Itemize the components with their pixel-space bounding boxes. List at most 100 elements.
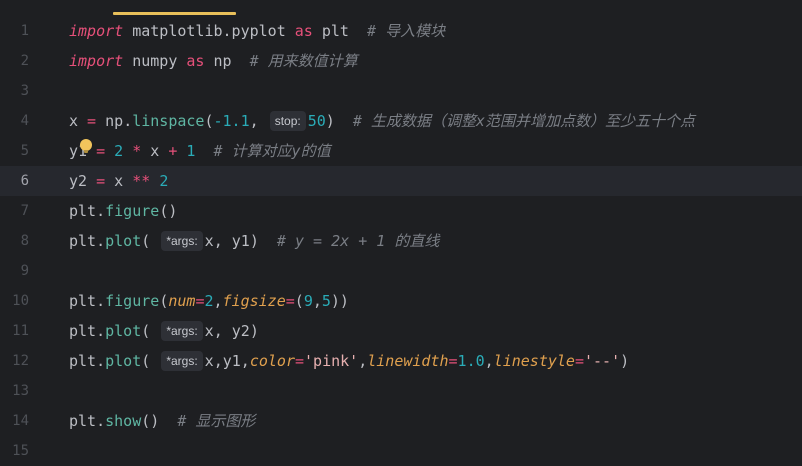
line-number[interactable]: 2 [0,46,29,76]
paren: ) [249,232,259,250]
dot: . [96,232,106,250]
identifier: x [150,142,160,160]
line-number[interactable]: 11 [0,316,29,346]
lightbulb-icon[interactable] [80,139,92,153]
operator: ** [123,172,160,190]
paren: ( [141,232,151,250]
keyword: import [69,52,124,70]
comment: # 生成数据（调整x范围并增加点数）至少五十个点 [334,112,695,130]
search-highlight-marker [113,12,236,15]
paren: () [159,202,178,220]
identifier: plt [69,322,97,340]
comma: , [249,112,259,130]
keyword-argument: color [249,352,295,370]
identifier: plt [69,292,97,310]
comment: # 计算对应y的值 [195,142,331,160]
keyword-argument: linestyle [493,352,575,370]
paren: ( [141,352,151,370]
number: 2 [114,142,124,160]
string-literal: 'pink' [304,352,359,370]
dot: . [96,292,106,310]
code-line-7[interactable]: plt.figure() [69,196,177,226]
paren: ) [620,352,630,370]
keyword-argument: figsize [222,292,286,310]
identifier: np [105,112,124,130]
code-line-10[interactable]: plt.figure(num=2,figsize=(9,5)) [69,286,349,316]
code-line-4[interactable]: x = np.linspace(-1.1, stop: 50) # 生成数据（调整… [69,106,695,136]
code-line-8[interactable]: plt.plot( *args: x, y1) # y = 2x + 1 的直线 [69,226,439,256]
parameter-hint: stop: [269,111,306,131]
operator: = [78,112,106,130]
paren: ( [204,112,214,130]
function-name: show [105,412,142,430]
function-name: plot [105,232,142,250]
identifier: numpy [123,52,187,70]
dot: . [96,352,106,370]
keyword-argument: num [168,292,196,310]
comma: , [312,292,322,310]
code-line-11[interactable]: plt.plot( *args: x, y2) [69,316,259,346]
string-literal: '--' [583,352,621,370]
function-name: figure [105,202,160,220]
identifier: plt [69,412,97,430]
dot: . [96,412,106,430]
code-line-12[interactable]: plt.plot( *args: x,y1,color='pink',linewi… [69,346,629,376]
identifier: plt [312,22,368,40]
line-number[interactable]: 9 [0,256,29,286]
number: 5 [321,292,331,310]
number: 9 [303,292,313,310]
paren: ( [159,292,169,310]
identifier: plt [69,202,97,220]
paren: )) [330,292,349,310]
line-number[interactable]: 3 [0,76,29,106]
function-name: figure [105,292,160,310]
keyword: import [69,22,124,40]
line-number-current[interactable]: 6 [0,166,29,196]
keyword-argument: linewidth [367,352,449,370]
line-number[interactable]: 15 [0,436,29,466]
line-number[interactable]: 8 [0,226,29,256]
comma: , [358,352,368,370]
number: -1.1 [213,112,250,130]
line-number[interactable]: 1 [0,16,29,46]
arguments: x, y2 [204,322,250,340]
comment: # 用来数值计算 [249,52,358,70]
code-line-14[interactable]: plt.show() # 显示图形 [69,406,255,436]
comma: , [484,352,494,370]
paren: ( [141,322,151,340]
identifier: matplotlib.pyplot [123,22,295,40]
keyword: as [294,22,313,40]
identifier: plt [69,232,97,250]
code-line-2[interactable]: import numpy as np # 用来数值计算 [69,46,358,76]
comment: # 导入模块 [367,22,446,40]
number: 50 [307,112,326,130]
function-name: linspace [132,112,205,130]
operator: = [294,352,305,370]
line-number[interactable]: 13 [0,376,29,406]
line-number[interactable]: 12 [0,346,29,376]
paren: ) [325,112,335,130]
paren: () [141,412,160,430]
dot: . [123,112,133,130]
keyword: as [186,52,205,70]
line-number[interactable]: 7 [0,196,29,226]
operator: = [574,352,584,370]
parameter-hint: *args: [161,321,203,341]
identifier: x [69,112,79,130]
identifier: x [114,172,124,190]
operator: * [123,142,151,160]
function-name: plot [105,352,142,370]
comment: # 显示图形 [159,412,256,430]
line-number[interactable]: 4 [0,106,29,136]
line-number[interactable]: 5 [0,136,29,166]
code-line-6[interactable]: y2 = x ** 2 [69,166,168,196]
operator: = [285,292,295,310]
code-line-1[interactable]: import matplotlib.pyplot as plt # 导入模块 [69,16,445,46]
line-number[interactable]: 14 [0,406,29,436]
code-line-5[interactable]: y1 = 2 * x + 1 # 计算对应y的值 [69,136,331,166]
paren: ) [249,322,259,340]
operator: + [159,142,187,160]
function-name: plot [105,322,142,340]
line-number[interactable]: 10 [0,286,29,316]
code-editor[interactable]: 1 2 3 4 5 6 7 8 9 10 11 12 13 14 15 impo… [0,0,802,459]
